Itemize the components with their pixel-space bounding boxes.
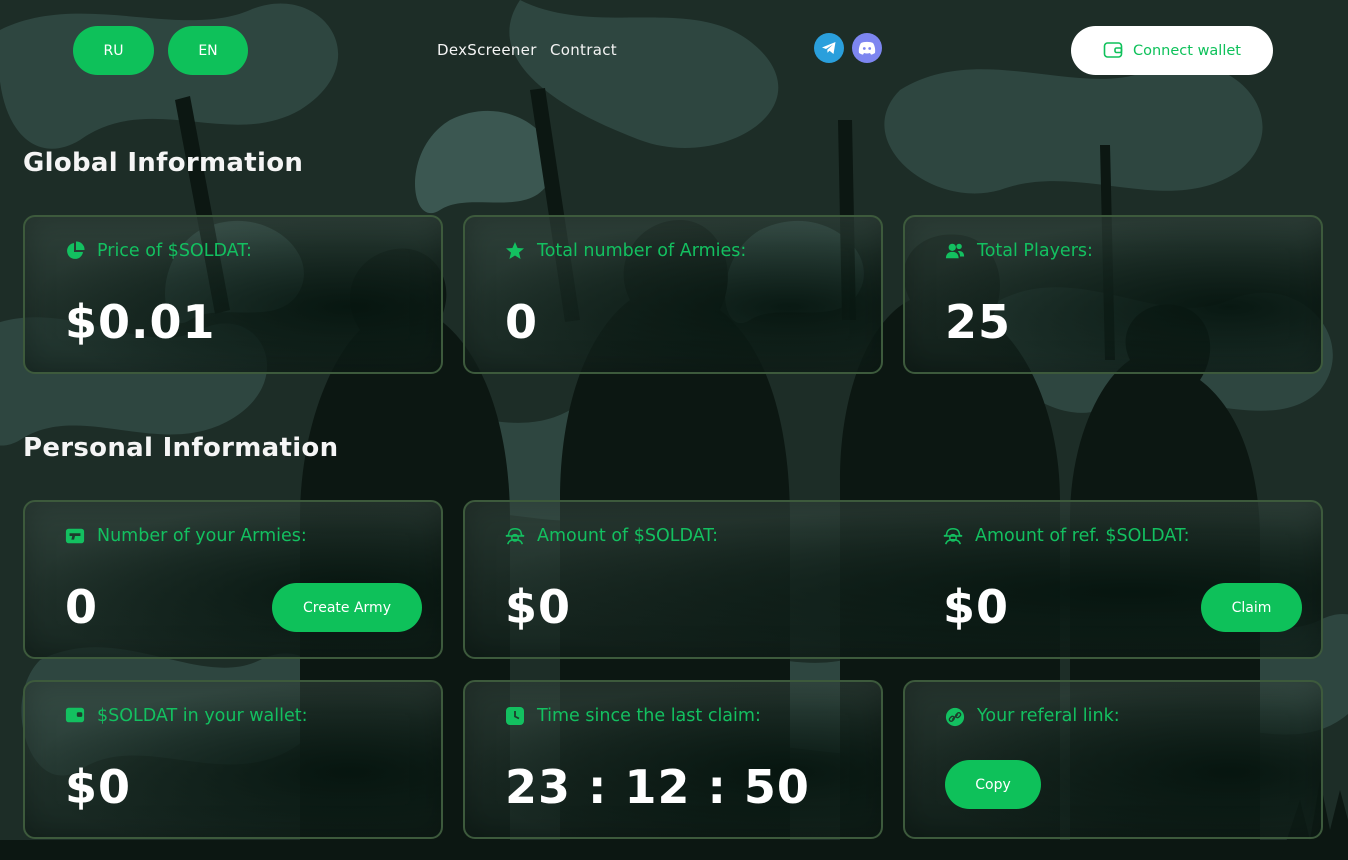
ref-amount-value: $0 — [943, 580, 1010, 634]
claim-time-label-text: Time since the last claim: — [537, 706, 761, 726]
contract-link[interactable]: Contract — [550, 41, 617, 59]
wallet-icon — [1103, 41, 1123, 61]
referal-label-text: Your referal link: — [977, 706, 1120, 726]
claim-time-label: Time since the last claim: — [505, 706, 761, 726]
ref-amount-label: Amount of ref. $SOLDAT: — [943, 526, 1190, 546]
your-armies-card: Number of your Armies: 0 Create Army — [23, 500, 443, 659]
armies-total-label-text: Total number of Armies: — [537, 241, 747, 261]
personal-info-title: Personal Information — [23, 433, 339, 463]
claim-button[interactable]: Claim — [1201, 583, 1302, 632]
amount-value: $0 — [505, 580, 572, 634]
link-icon — [945, 706, 965, 727]
gun-icon — [65, 526, 85, 546]
amount-label-text: Amount of $SOLDAT: — [537, 526, 718, 546]
wallet-icon — [65, 706, 85, 726]
your-armies-label-text: Number of your Armies: — [97, 526, 307, 546]
players-label: Total Players: — [945, 241, 1093, 261]
soldat-amount-card: Amount of $SOLDAT: $0 Amount of ref. $SO… — [463, 500, 1323, 659]
create-army-button[interactable]: Create Army — [272, 583, 422, 632]
users-icon — [945, 241, 965, 261]
dexscreener-link[interactable]: DexScreener — [437, 41, 537, 59]
copy-link-button[interactable]: Copy — [945, 760, 1041, 809]
discord-icon[interactable] — [852, 33, 882, 63]
connect-wallet-button[interactable]: Connect wallet — [1071, 26, 1273, 75]
star-icon — [505, 241, 525, 261]
referal-card: Your referal link: Copy — [903, 680, 1323, 839]
lang-en-button[interactable]: EN — [168, 26, 248, 75]
wallet-label-text: $SOLDAT in your wallet: — [97, 706, 308, 726]
price-value: $0.01 — [65, 295, 216, 349]
soldier-icon — [505, 526, 525, 546]
global-info-title: Global Information — [23, 148, 304, 178]
clock-icon — [505, 706, 525, 726]
price-label: Price of $SOLDAT: — [65, 241, 252, 261]
armies-total-value: 0 — [505, 295, 539, 349]
wallet-card: $SOLDAT in your wallet: $0 — [23, 680, 443, 839]
claim-time-card: Time since the last claim: 23 : 12 : 50 — [463, 680, 883, 839]
soldier-icon — [943, 526, 963, 546]
armies-total-card: Total number of Armies: 0 — [463, 215, 883, 374]
claim-time-value: 23 : 12 : 50 — [505, 760, 810, 814]
your-armies-label: Number of your Armies: — [65, 526, 307, 546]
lang-ru-button[interactable]: RU — [73, 26, 154, 75]
players-card: Total Players: 25 — [903, 215, 1323, 374]
ref-amount-label-text: Amount of ref. $SOLDAT: — [975, 526, 1190, 546]
wallet-label: $SOLDAT in your wallet: — [65, 706, 308, 726]
armies-total-label: Total number of Armies: — [505, 241, 746, 261]
your-armies-value: 0 — [65, 580, 99, 634]
connect-wallet-label: Connect wallet — [1133, 42, 1241, 59]
price-label-text: Price of $SOLDAT: — [97, 241, 252, 261]
referal-label: Your referal link: — [945, 706, 1120, 727]
amount-label: Amount of $SOLDAT: — [505, 526, 718, 546]
players-value: 25 — [945, 295, 1012, 349]
price-card: Price of $SOLDAT: $0.01 — [23, 215, 443, 374]
wallet-value: $0 — [65, 760, 132, 814]
pie-chart-icon — [65, 241, 85, 261]
players-label-text: Total Players: — [977, 241, 1093, 261]
telegram-icon[interactable] — [814, 33, 844, 63]
